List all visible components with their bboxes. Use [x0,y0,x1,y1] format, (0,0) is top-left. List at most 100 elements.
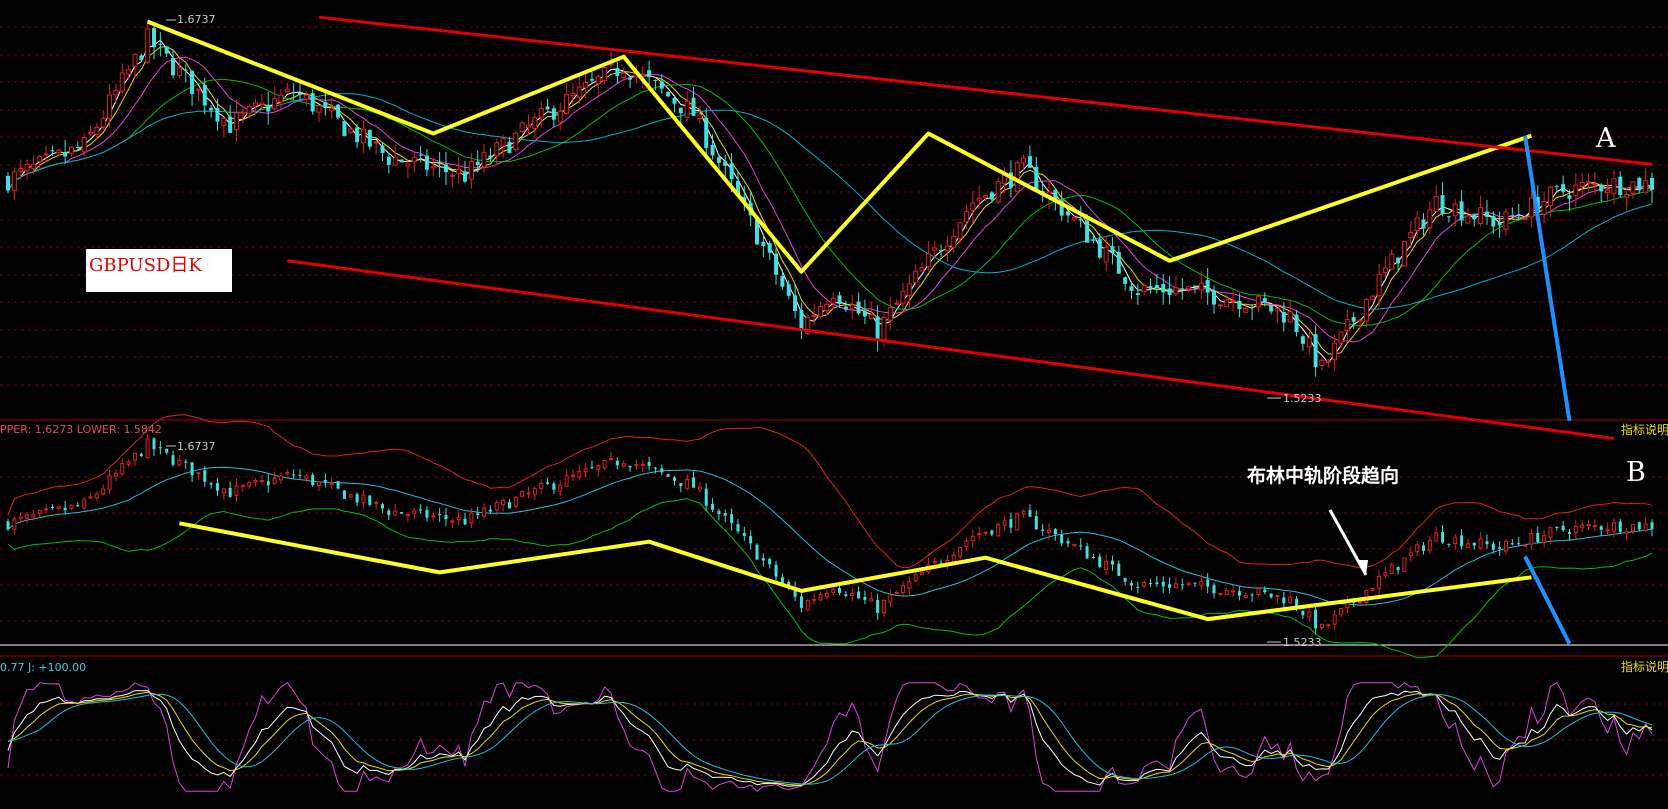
price-candle-body [1167,288,1172,296]
price-candle-body [1510,215,1515,217]
boll-candle-body [381,504,385,509]
boll-candle-body [1396,566,1400,571]
price-candle-body [68,146,74,154]
price-candle-body [761,241,766,246]
boll-help-button[interactable]: 指标说明 [1621,422,1668,437]
boll-candle-body [546,482,550,484]
price-candle-body [887,307,893,321]
boll-candle-body [1218,592,1223,595]
boll-candle-body [850,592,855,597]
boll-candle-body [126,461,131,465]
boll-candle-body [482,507,487,517]
price-candle-body [1135,293,1140,295]
boll-candle-body [25,514,30,519]
boll-candle-body [368,495,372,505]
price-candle-body [1332,342,1338,361]
boll-candle-body [165,448,169,453]
boll-lower [7,498,1653,659]
price-candle-body [1237,300,1242,310]
price-candle-body [507,141,512,154]
boll-max-label: 1.6737 [177,440,216,453]
price-candle-body [1421,219,1426,229]
price-candle-body [881,316,887,340]
boll-candle-body [1434,532,1439,542]
boll-candle-body [1199,580,1204,586]
price-candle-body [24,163,30,172]
boll-candle-body [1104,560,1109,570]
price-candle-body [278,94,284,103]
boll-candle-body [304,475,309,479]
price-candle-body [1401,241,1407,267]
boll-candle-body [1630,524,1635,532]
kdj-help-button[interactable]: 指标说明 [1621,659,1668,674]
boll-candle-body [1098,556,1102,568]
boll-candle-body [1231,590,1236,593]
price-candle-body [602,67,608,82]
price-candle-body [799,310,804,331]
boll-candle-body [317,481,322,487]
boll-candle-body [88,496,93,499]
boll-candle-body [171,455,175,465]
boll-candle-body [1319,623,1324,628]
boll-candle-body [228,488,232,498]
price-candle-body [1478,207,1484,224]
price-candle-body [494,142,500,157]
boll-candle-body [272,477,277,484]
price-candle-body [399,159,404,163]
price-candle-body [291,92,296,94]
price-candle-body [672,97,677,104]
price-candle-body [1472,214,1477,220]
boll-candle-body [647,462,651,466]
price-candle-body [1027,156,1032,168]
price-candle-body [1066,211,1071,216]
price-candle-body [1274,308,1280,311]
price-candle-body [360,128,366,144]
ma-line [7,93,1653,310]
price-candle-body [1452,203,1458,217]
boll-candle-body [285,472,290,475]
price-candle-body [488,155,493,159]
boll-candle-body [1079,545,1083,547]
boll-candle-body [1206,579,1210,587]
boll-candle-body [431,515,436,518]
boll-candle-body [6,521,10,530]
price-candle-body [240,111,246,115]
price-candle-body [272,98,278,109]
boll-candle-body [1002,520,1007,526]
price-candle-body [545,106,550,110]
boll-candle-body [488,509,492,512]
boll-candle-body [1447,543,1451,545]
price-candle-body [576,86,582,98]
boll-candle-body [56,506,61,509]
ma-line [7,78,1653,327]
price-candle-body [932,247,938,251]
boll-candle-body [298,474,302,476]
boll-candle-body [1212,585,1216,594]
price-candle-body [1541,201,1547,215]
price-candle-body [983,194,989,198]
boll-candle-body [1599,526,1603,530]
price-candle-body [723,161,728,166]
boll-candle-body [18,516,23,520]
price-candle-body [1205,280,1210,293]
boll-candle-body [501,499,506,506]
boll-candle-body [31,514,36,518]
boll-candle-body [1592,525,1597,528]
boll-candle-body [717,510,721,514]
boll-candle-body [736,524,740,532]
boll-candle-body [1034,516,1038,530]
price-candle-body [1192,285,1197,287]
kdj-ma-line [7,693,1653,785]
boll-candle-body [1580,524,1585,528]
price-candle-body [786,284,791,296]
boll-candle-body [1408,552,1413,557]
price-candle-body [989,192,994,200]
price-candle-body [970,202,976,212]
boll-candle-body [12,518,17,530]
boll-candle-body [640,463,645,466]
price-candle-body [1186,285,1192,290]
price-candle-body [583,82,589,89]
price-candle-body [411,156,417,163]
boll-candle-body [1536,532,1540,543]
price-candle-body [1294,314,1299,333]
